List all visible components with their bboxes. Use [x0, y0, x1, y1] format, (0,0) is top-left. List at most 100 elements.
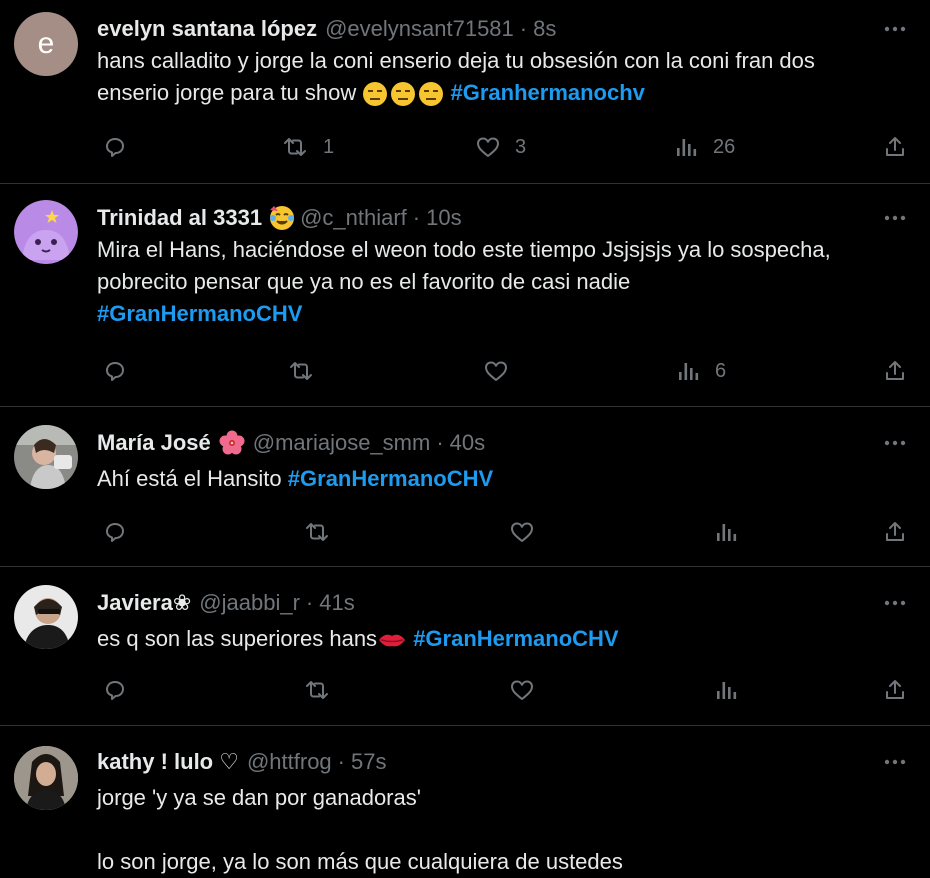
user-handle[interactable]: @httfrog — [247, 749, 332, 775]
share-button[interactable] — [883, 673, 907, 707]
like-icon — [475, 135, 501, 159]
like-button[interactable] — [509, 515, 535, 549]
share-button[interactable] — [883, 130, 907, 164]
avatar-image — [14, 746, 78, 810]
reply-button[interactable] — [103, 354, 127, 388]
tweet[interactable]: e evelyn santana lópez @evelynsant71581 … — [0, 0, 930, 184]
reply-icon — [103, 135, 127, 159]
tweet-text-line — [97, 814, 916, 846]
hashtag-link[interactable]: #GranHermanoCHV — [288, 466, 493, 491]
tweet[interactable]: kathy ! lulo ♡ @httfrog · 57s jorge 'y y… — [0, 726, 930, 878]
timestamp[interactable]: 8s — [533, 16, 556, 42]
user-handle[interactable]: @c_nthiarf — [300, 205, 407, 231]
views-button[interactable]: 6 — [677, 354, 726, 388]
share-button[interactable] — [883, 515, 907, 549]
separator-dot: · — [305, 590, 314, 615]
separator-dot: · — [412, 205, 421, 230]
separator-dot: · — [519, 16, 528, 41]
retweet-button[interactable] — [303, 673, 331, 707]
display-name[interactable]: evelyn santana lópez — [97, 16, 317, 42]
reply-icon — [103, 678, 127, 702]
tweet-text-line: lo son jorge, ya lo son más que cualquie… — [97, 849, 623, 874]
view-count: 6 — [715, 359, 727, 382]
retweet-count: 1 — [323, 135, 335, 158]
share-button[interactable] — [883, 354, 907, 388]
display-name[interactable]: María José — [97, 430, 211, 456]
user-handle[interactable]: @evelynsant71581 — [325, 16, 514, 42]
tweet-header: kathy ! lulo ♡ @httfrog · 57s — [97, 746, 916, 778]
tweet-header: María José @mariajose_smm · 40s — [97, 427, 916, 459]
hashtag-link[interactable]: #GranHermanoCHV — [413, 626, 618, 651]
tweet-actions: 6 — [97, 354, 916, 388]
tweet-text: Ahí está el Hansito #GranHermanoCHV — [97, 463, 916, 495]
more-icon[interactable] — [878, 202, 912, 234]
tweet-actions — [97, 515, 916, 549]
reply-button[interactable] — [103, 673, 127, 707]
avatar[interactable] — [14, 585, 78, 649]
separator-dot: · — [436, 430, 444, 455]
tweet-text-segment: Ahí está el Hansito — [97, 466, 288, 491]
views-button[interactable]: 26 — [675, 130, 735, 164]
avatar-image — [14, 200, 78, 264]
views-icon — [675, 135, 699, 159]
tweet-text-line: hans calladito y jorge la coni enserio d… — [97, 48, 815, 73]
more-icon[interactable] — [878, 587, 912, 619]
hashtag-link[interactable]: #GranHermanoCHV — [97, 301, 302, 326]
like-button[interactable]: 3 — [475, 130, 526, 164]
tweet-text-segment: es q son las superiores hans — [97, 626, 378, 651]
like-button[interactable] — [483, 354, 509, 388]
user-handle[interactable]: @jaabbi_r — [199, 590, 300, 616]
more-icon[interactable] — [878, 427, 912, 459]
tweet[interactable]: Trinidad al 3331 @c_nthiarf · 10s Mira e… — [0, 184, 930, 407]
emoji-face-with-tears — [268, 204, 296, 232]
more-icon[interactable] — [878, 746, 912, 778]
tweet-header: Trinidad al 3331 @c_nthiarf · 10s — [97, 202, 916, 234]
tweet-text-line: jorge 'y ya se dan por ganadoras' — [97, 785, 421, 810]
reply-icon — [103, 520, 127, 544]
avatar-letter: e — [37, 27, 55, 60]
share-icon — [883, 678, 907, 702]
reply-button[interactable] — [103, 130, 127, 164]
like-icon — [483, 359, 509, 383]
emoji-expressionless — [362, 81, 388, 107]
separator-dot: · — [337, 749, 345, 774]
tweet[interactable]: María José @mariajose_smm · 40s Ahí está… — [0, 407, 930, 567]
more-icon[interactable] — [878, 13, 912, 45]
avatar[interactable] — [14, 425, 78, 489]
avatar[interactable]: e — [14, 12, 78, 76]
display-name[interactable]: Javiera❀ — [97, 590, 191, 616]
timestamp[interactable]: 40s — [450, 430, 485, 456]
emoji-expressionless — [390, 81, 416, 107]
retweet-button[interactable] — [303, 515, 331, 549]
views-icon — [715, 678, 739, 702]
display-name[interactable]: kathy ! lulo ♡ — [97, 749, 239, 775]
tweet-text-line: Mira el Hans, haciéndose el weon todo es… — [97, 237, 831, 262]
tweet-header: evelyn santana lópez @evelynsant71581 · … — [97, 13, 916, 45]
tweet-text: jorge 'y ya se dan por ganadoras' lo son… — [97, 782, 916, 878]
views-icon — [677, 359, 701, 383]
timestamp[interactable]: 57s — [351, 749, 386, 775]
tweet-text: Mira el Hans, haciéndose el weon todo es… — [97, 234, 916, 330]
tweet-text-line: pobrecito pensar que ya no es el favorit… — [97, 269, 631, 294]
tweet-actions: 1 3 26 — [97, 130, 916, 164]
emoji-lips — [377, 628, 407, 652]
timestamp[interactable]: 10s — [426, 205, 461, 231]
retweet-button[interactable]: 1 — [281, 130, 334, 164]
views-button[interactable] — [715, 673, 739, 707]
tweet[interactable]: Javiera❀ @jaabbi_r · 41s es q son las su… — [0, 567, 930, 726]
retweet-icon — [287, 359, 315, 383]
avatar[interactable] — [14, 746, 78, 810]
avatar-image — [14, 585, 78, 649]
like-button[interactable] — [509, 673, 535, 707]
tweet-text: hans calladito y jorge la coni enserio d… — [97, 45, 916, 109]
reply-button[interactable] — [103, 515, 127, 549]
hashtag-link[interactable]: #Granhermanochv — [451, 80, 645, 105]
avatar[interactable] — [14, 200, 78, 264]
timestamp[interactable]: 41s — [319, 590, 354, 616]
retweet-button[interactable] — [287, 354, 315, 388]
display-name[interactable]: Trinidad al 3331 — [97, 205, 262, 231]
tweet-text-line: enserio jorge para tu show #Granhermanoc… — [97, 77, 916, 109]
user-handle[interactable]: @mariajose_smm — [253, 430, 431, 456]
like-icon — [509, 520, 535, 544]
views-button[interactable] — [715, 515, 739, 549]
